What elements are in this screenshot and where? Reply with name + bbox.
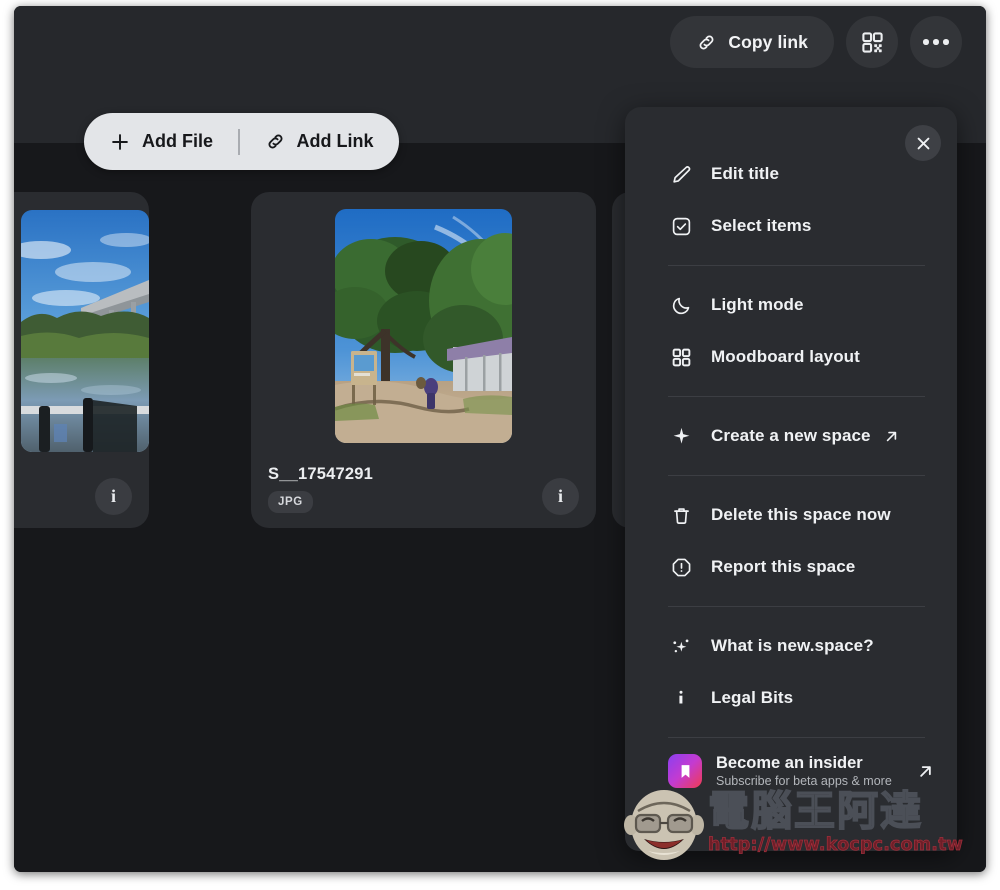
menu-item-select-items[interactable]: Select items	[625, 200, 957, 252]
qr-code-icon	[861, 31, 884, 54]
top-actions-bar: Copy link	[670, 16, 962, 68]
media-thumbnail[interactable]	[21, 210, 149, 452]
plus-icon	[109, 131, 131, 153]
arrow-up-right-icon	[916, 762, 935, 781]
menu-item-label: Select items	[711, 216, 812, 235]
menu-item-label: Create a new space	[711, 426, 871, 445]
menu-item-label: Delete this space now	[711, 505, 891, 524]
add-file-label: Add File	[142, 131, 213, 151]
qr-code-button[interactable]	[846, 16, 898, 68]
menu-divider	[668, 737, 925, 738]
arrow-up-right-icon	[883, 428, 900, 445]
more-horizontal-icon	[923, 39, 949, 45]
bookmark-badge-icon	[668, 754, 702, 788]
sparkle-icon	[668, 426, 694, 447]
checkbox-icon	[668, 216, 694, 237]
menu-item-legal-bits[interactable]: Legal Bits	[625, 672, 957, 724]
menu-item-light-mode[interactable]: Light mode	[625, 279, 957, 331]
menu-item-label: What is new.space?	[711, 636, 874, 655]
grid-icon	[668, 347, 694, 368]
insider-subtitle: Subscribe for beta apps & more	[716, 774, 892, 788]
menu-item-edit-title[interactable]: Edit title	[625, 148, 957, 200]
info-i-icon	[668, 688, 694, 708]
menu-item-delete-this-space-now[interactable]: Delete this space now	[625, 489, 957, 541]
copy-link-button[interactable]: Copy link	[670, 16, 834, 68]
menu-item-report-this-space[interactable]: Report this space	[625, 541, 957, 593]
insider-text-block: Become an insider Subscribe for beta app…	[716, 754, 892, 788]
media-card[interactable]: S__17547291 JPG i	[251, 192, 596, 528]
add-toolbar: Add File Add Link	[84, 113, 399, 170]
info-icon[interactable]: i	[95, 478, 132, 515]
menu-item-label: Moodboard layout	[711, 347, 860, 366]
menu-divider	[668, 606, 925, 607]
menu-item-label: Light mode	[711, 295, 804, 314]
menu-item-label: Legal Bits	[711, 688, 794, 707]
media-card[interactable]: i	[14, 192, 149, 528]
moon-icon	[668, 295, 694, 316]
copy-link-label: Copy link	[728, 31, 808, 52]
media-thumbnail[interactable]	[335, 209, 512, 443]
add-link-label: Add Link	[296, 131, 374, 151]
become-an-insider-promo[interactable]: Become an insider Subscribe for beta app…	[625, 751, 957, 788]
menu-item-create-a-new-space[interactable]: Create a new space	[625, 410, 957, 462]
add-link-button[interactable]: Add Link	[240, 113, 399, 170]
menu-item-label: Edit title	[711, 164, 780, 183]
trash-icon	[668, 505, 694, 526]
file-type-badge: JPG	[268, 491, 313, 513]
info-icon[interactable]: i	[542, 478, 579, 515]
link-icon	[696, 32, 717, 53]
insider-title: Become an insider	[716, 754, 863, 772]
close-icon[interactable]	[905, 125, 941, 161]
space-options-menu: Edit title Select items Light mode Moodb…	[625, 107, 957, 851]
add-file-button[interactable]: Add File	[84, 113, 238, 170]
menu-item-moodboard-layout[interactable]: Moodboard layout	[625, 331, 957, 383]
menu-divider	[668, 265, 925, 266]
more-options-button[interactable]	[910, 16, 962, 68]
menu-item-label: Report this space	[711, 557, 856, 576]
menu-divider	[668, 475, 925, 476]
menu-divider	[668, 396, 925, 397]
alert-octagon-icon	[668, 557, 694, 578]
menu-list: Edit title Select items Light mode Moodb…	[625, 107, 957, 788]
sparkles-icon	[668, 635, 694, 657]
pencil-icon	[668, 164, 694, 185]
menu-item-what-is-new-space[interactable]: What is new.space?	[625, 620, 957, 672]
app-window: Copy link Add File Add Link i S__1754729…	[14, 6, 986, 872]
link-icon	[265, 131, 286, 152]
media-filename: S__17547291	[268, 465, 373, 483]
